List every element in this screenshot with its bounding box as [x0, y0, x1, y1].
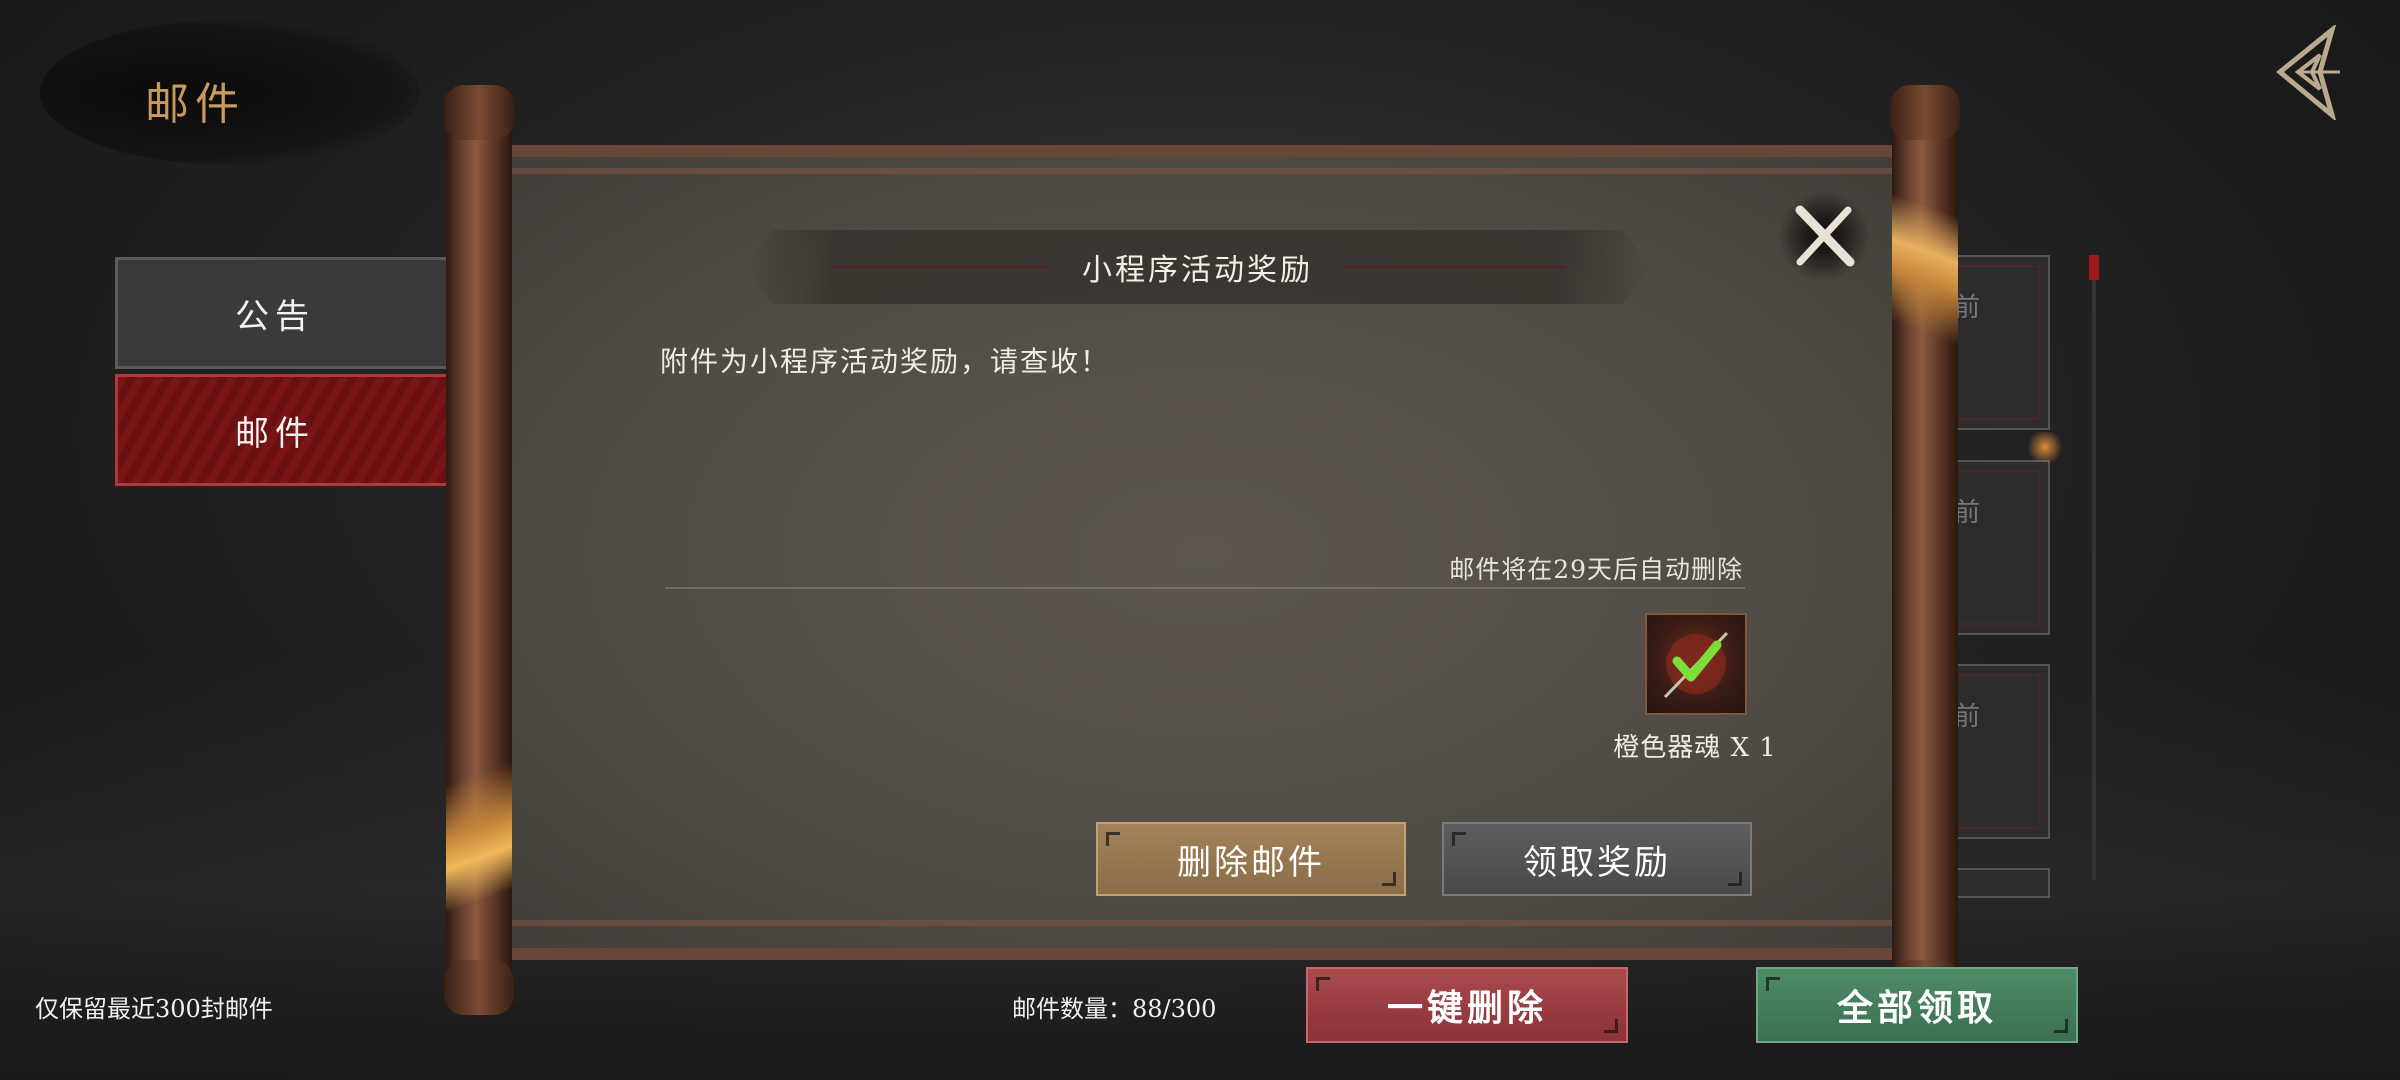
- back-arrow-icon[interactable]: [2270, 23, 2350, 123]
- page-title: 邮件: [145, 79, 245, 130]
- button-corner: [1106, 832, 1120, 846]
- attachment-label: 橙色器魂 X 1: [1613, 733, 1777, 763]
- button-corner: [1728, 872, 1742, 886]
- expire-notice: 邮件将在29天后自动删除: [1449, 555, 1743, 584]
- ember-glow: [2025, 432, 2065, 462]
- delete-all-button[interactable]: 一键删除: [1306, 967, 1628, 1043]
- gold-ornament: [446, 700, 512, 960]
- mail-body-text: 附件为小程序活动奖励，请查收！: [660, 345, 1111, 378]
- button-corner: [1382, 872, 1396, 886]
- rod-cap: [1890, 85, 1960, 140]
- delete-all-label: 一键删除: [1386, 987, 1547, 1029]
- tab-notice[interactable]: 公告: [115, 257, 455, 369]
- claim-all-button[interactable]: 全部领取: [1756, 967, 2078, 1043]
- delete-mail-label: 删除邮件: [1177, 842, 1325, 883]
- button-corner: [1316, 977, 1330, 991]
- claim-reward-label: 领取奖励: [1523, 842, 1671, 883]
- mail-count: 邮件数量：88/300: [1012, 995, 1217, 1023]
- rod-cap: [444, 85, 514, 140]
- claim-all-label: 全部领取: [1836, 987, 1997, 1029]
- mail-list-scroll-thumb[interactable]: [2089, 255, 2099, 280]
- attachment-divider: [665, 587, 1745, 589]
- delete-mail-button[interactable]: 删除邮件: [1096, 822, 1406, 896]
- retention-note: 仅保留最近300封邮件: [35, 995, 273, 1023]
- button-corner: [1766, 977, 1780, 991]
- attachment-item-slot[interactable]: [1645, 613, 1747, 715]
- button-corner: [1604, 1019, 1618, 1033]
- button-corner: [1452, 832, 1466, 846]
- gold-ornament: [1892, 140, 1958, 390]
- mail-title: 小程序活动奖励: [1082, 253, 1313, 288]
- rod-cap: [444, 960, 514, 1015]
- tab-mail[interactable]: 邮件: [115, 374, 455, 486]
- button-corner: [2054, 1019, 2068, 1033]
- paper-top-trim: [510, 168, 1894, 174]
- claim-reward-button[interactable]: 领取奖励: [1442, 822, 1752, 896]
- close-icon[interactable]: [1778, 190, 1870, 282]
- mail-list-scrollbar[interactable]: [2092, 255, 2096, 880]
- orange-soul-artifact-icon: [1663, 631, 1729, 699]
- paper-bottom-trim: [510, 920, 1894, 926]
